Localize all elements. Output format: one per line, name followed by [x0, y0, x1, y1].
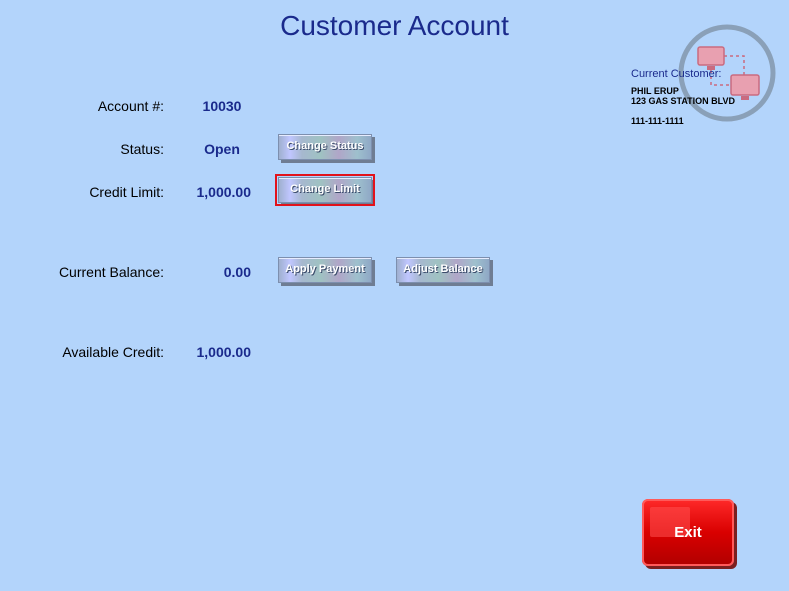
account-number-label: Account #: [97, 98, 164, 114]
credit-limit-label: Credit Limit: [89, 184, 164, 200]
credit-limit-value: 1,000.00 [196, 184, 252, 200]
page-title: Customer Account [280, 10, 509, 41]
status-label: Status: [120, 141, 164, 157]
customer-address: 123 GAS STATION BLVD [631, 96, 736, 106]
status-value: Open [204, 141, 240, 157]
change-limit-button[interactable]: Change Limit [275, 174, 375, 206]
adjust-balance-button[interactable]: Adjust Balance [396, 257, 490, 283]
available-credit-label: Available Credit: [62, 344, 164, 360]
current-balance-label: Current Balance: [58, 264, 164, 280]
change-status-button[interactable]: Change Status [278, 134, 372, 160]
available-credit-value: 1,000.00 [196, 344, 252, 360]
account-number-value: 10030 [202, 98, 242, 114]
customer-name: PHIL ERUP [631, 86, 679, 96]
exit-button-label: Exit [674, 524, 702, 541]
current-customer-label: Current Customer: [631, 68, 722, 80]
customer-phone: 111-111-1111 [631, 116, 684, 126]
current-balance-value: 0.00 [223, 264, 251, 280]
exit-button[interactable]: Exit [642, 499, 734, 566]
current-customer-panel: Current Customer: PHIL ERUP 123 GAS STAT… [631, 68, 781, 126]
apply-payment-button[interactable]: Apply Payment [278, 257, 372, 283]
